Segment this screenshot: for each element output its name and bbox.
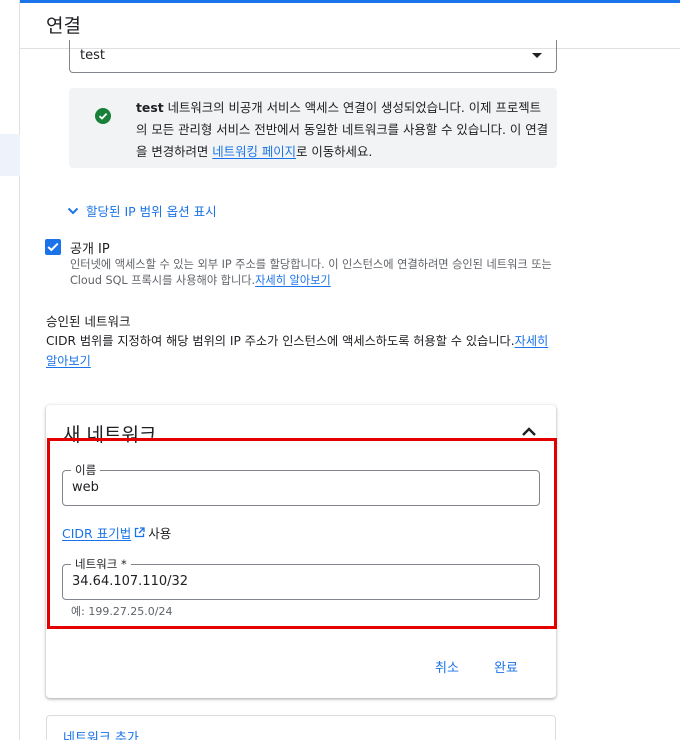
success-message: test 네트워크의 비공개 서비스 액세스 연결이 생성되었습니다. 이제 프… [136, 97, 552, 163]
left-nav-rail [0, 0, 20, 740]
show-ip-range-options-label: 할당된 IP 범위 옵션 표시 [86, 204, 217, 219]
add-network-button[interactable]: 네트워크 추가 [46, 715, 556, 740]
left-nav-active-item[interactable] [0, 134, 20, 176]
public-ip-description: 인터넷에 액세스할 수 있는 외부 IP 주소를 할당합니다. 이 인스턴스에 … [70, 257, 556, 289]
check-circle-icon [95, 108, 111, 124]
done-button[interactable]: 완료 [494, 657, 518, 676]
chevron-up-icon[interactable] [520, 425, 538, 439]
cancel-button[interactable]: 취소 [435, 657, 459, 676]
page-title: 연결 [46, 15, 81, 37]
public-ip-learn-more-link[interactable]: 자세히 알아보기 [255, 274, 331, 287]
public-ip-label: 공개 IP [70, 242, 110, 257]
highlight-box [47, 438, 557, 629]
public-ip-checkbox[interactable] [45, 239, 61, 255]
networking-page-link[interactable]: 네트워킹 페이지 [212, 144, 296, 159]
connection-network-select[interactable]: test [69, 40, 557, 73]
add-network-label: 네트워크 추가 [63, 731, 139, 740]
success-banner: test 네트워크의 비공개 서비스 액세스 연결이 생성되었습니다. 이제 프… [69, 88, 557, 168]
connection-network-value: test [80, 48, 105, 63]
authorized-networks-title: 승인된 네트워크 [46, 314, 131, 329]
success-text-tail: 로 이동하세요. [296, 144, 373, 159]
authorized-networks-description-text: CIDR 범위를 지정하여 해당 범위의 IP 주소가 인스턴스에 액세스하도록… [46, 334, 515, 348]
chevron-down-icon [67, 207, 79, 214]
authorized-networks-description: CIDR 범위를 지정하여 해당 범위의 IP 주소가 인스턴스에 액세스하도록… [46, 331, 558, 371]
dropdown-arrow-icon [532, 53, 542, 58]
network-name: test [136, 100, 164, 115]
show-ip-range-options-toggle[interactable]: 할당된 IP 범위 옵션 표시 [66, 201, 217, 220]
